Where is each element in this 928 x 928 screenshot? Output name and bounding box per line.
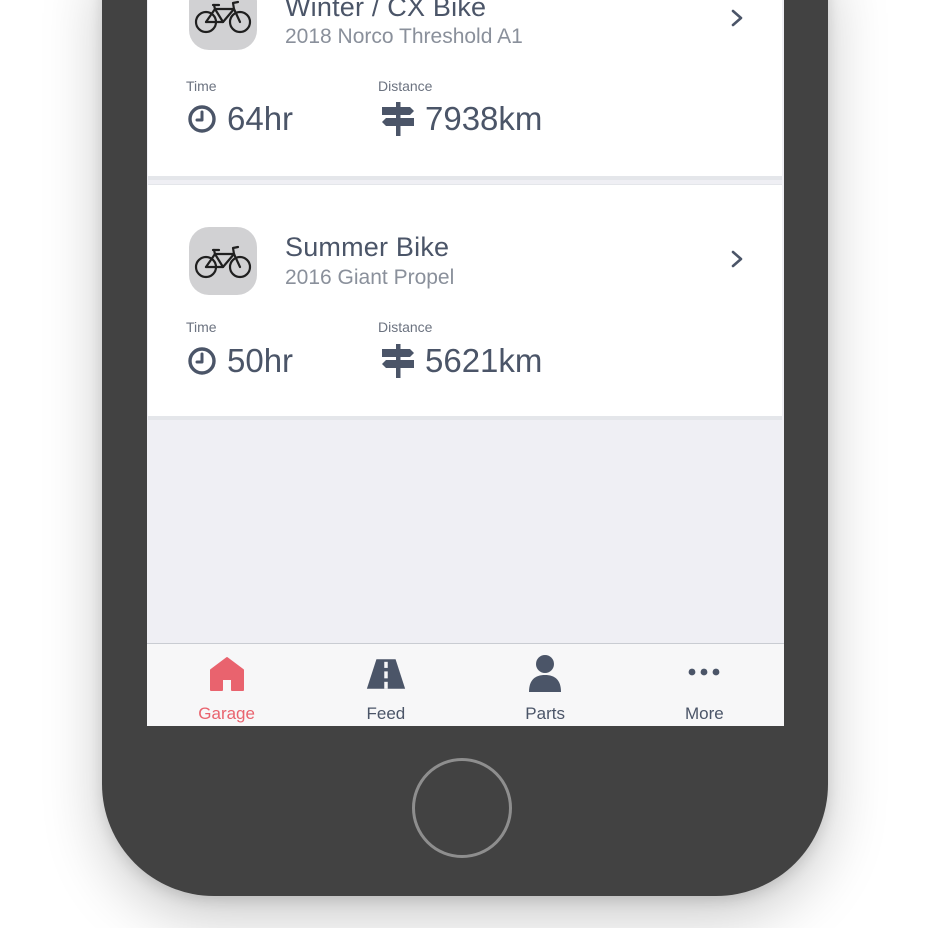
bike-name: Summer Bike (285, 232, 450, 262)
tab-feed[interactable]: Feed (306, 644, 465, 726)
tab-more[interactable]: More (625, 644, 784, 726)
tab-label: Garage (198, 704, 255, 723)
page: Winter / CX Bike 2018 Norco Threshold A1… (0, 0, 928, 928)
signpost-icon (382, 344, 414, 378)
time-label: Time (186, 78, 217, 94)
bike-card-winter[interactable]: Winter / CX Bike 2018 Norco Threshold A1… (148, 0, 782, 180)
time-stat: 50hr (187, 342, 293, 380)
ellipsis-icon (688, 668, 720, 676)
chevron-right-icon[interactable] (726, 248, 748, 270)
time-label: Time (186, 319, 217, 335)
bicycle-icon (194, 245, 252, 279)
bike-card-summer[interactable]: Summer Bike 2016 Giant Propel Time Dista… (148, 184, 782, 420)
tab-garage[interactable]: Garage (147, 644, 306, 726)
bike-model: 2016 Giant Propel (285, 266, 455, 289)
app-screen: Winter / CX Bike 2018 Norco Threshold A1… (147, 0, 784, 726)
tab-label: More (685, 704, 724, 723)
home-button[interactable] (412, 758, 512, 858)
distance-value: 5621km (425, 342, 543, 379)
signpost-icon (382, 102, 414, 136)
clock-icon (188, 105, 216, 133)
bicycle-icon (194, 0, 252, 34)
tab-bar: Garage Feed Parts More (147, 643, 784, 726)
clock-icon (188, 347, 216, 375)
bike-avatar (189, 227, 257, 295)
chevron-right-icon[interactable] (726, 7, 748, 29)
time-value: 50hr (227, 342, 294, 379)
time-stat: 64hr (187, 100, 293, 138)
distance-value: 7938km (425, 100, 543, 137)
tab-label: Feed (366, 704, 406, 723)
bike-avatar (189, 0, 257, 50)
tab-parts[interactable]: Parts (466, 644, 625, 726)
distance-stat: 5621km (381, 342, 542, 380)
distance-label: Distance (378, 319, 433, 335)
distance-stat: 7938km (381, 100, 542, 138)
bike-model: 2018 Norco Threshold A1 (285, 25, 523, 48)
person-icon (529, 655, 562, 692)
distance-label: Distance (378, 78, 433, 94)
tab-label: Parts (525, 704, 565, 723)
time-value: 64hr (227, 100, 294, 137)
bike-name: Winter / CX Bike (285, 0, 487, 22)
house-icon (209, 657, 244, 691)
road-icon (366, 659, 406, 689)
